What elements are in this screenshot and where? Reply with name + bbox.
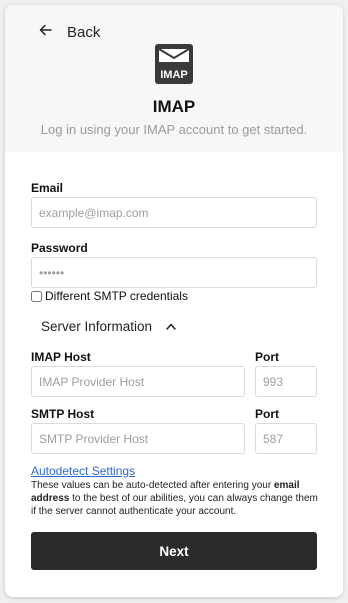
- password-label: Password: [31, 241, 88, 255]
- page-title: IMAP: [152, 97, 196, 116]
- header: Back IMAP IMAP Log in using your IMAP ac…: [5, 5, 343, 152]
- password-field[interactable]: [31, 257, 317, 288]
- page-subtitle: Log in using your IMAP account to get st…: [40, 122, 308, 137]
- chevron-up-icon: [166, 321, 176, 333]
- imap-port-input[interactable]: [255, 366, 317, 397]
- email-label: Email: [31, 181, 64, 195]
- back-label: Back: [67, 23, 101, 41]
- back-button[interactable]: Back: [39, 22, 100, 42]
- smtp-port-label: Port: [255, 407, 279, 421]
- help-text-part1: These values can be auto-detected after …: [31, 480, 274, 491]
- different-smtp-row: Different SMTP credentials: [31, 289, 188, 303]
- imap-logo-icon: IMAP: [155, 44, 193, 84]
- autodetect-settings-link[interactable]: Autodetect Settings: [31, 464, 135, 478]
- smtp-host-label: SMTP Host: [31, 407, 95, 421]
- smtp-host-input[interactable]: [31, 423, 245, 454]
- next-button[interactable]: Next: [31, 532, 317, 570]
- different-smtp-checkbox[interactable]: [31, 290, 42, 302]
- imap-host-label: IMAP Host: [31, 350, 91, 364]
- autodetect-help-text: These values can be auto-detected after …: [31, 479, 321, 518]
- imap-port-label: Port: [255, 350, 279, 364]
- smtp-port-input[interactable]: [255, 423, 317, 454]
- help-text-part2: to the best of our abilities, you can al…: [31, 493, 318, 517]
- login-card: Back IMAP IMAP Log in using your IMAP ac…: [5, 5, 343, 597]
- email-field[interactable]: [31, 197, 317, 228]
- arrow-left-icon: [39, 23, 53, 41]
- server-information-toggle[interactable]: Server Information: [41, 319, 176, 334]
- server-information-label: Server Information: [41, 319, 153, 334]
- imap-host-input[interactable]: [31, 366, 245, 397]
- svg-text:IMAP: IMAP: [160, 69, 188, 81]
- different-smtp-label: Different SMTP credentials: [45, 289, 188, 303]
